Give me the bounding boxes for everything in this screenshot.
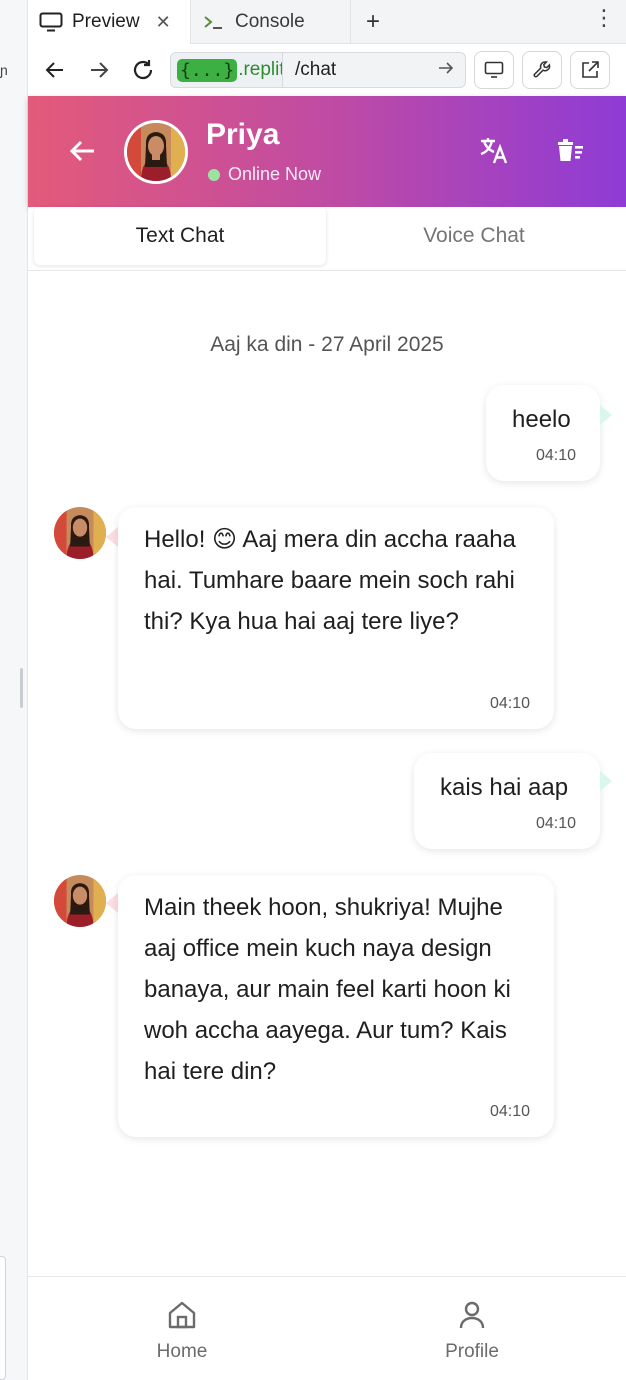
ide-left-gutter: ɲ	[0, 0, 28, 1380]
url-path: /chat	[295, 59, 337, 80]
contact-avatar-small[interactable]	[54, 875, 106, 927]
replit-braces-icon: {...}	[177, 58, 238, 82]
domain-text: .replit.c	[238, 59, 282, 80]
contact-avatar[interactable]	[124, 120, 188, 184]
devtools-button[interactable]	[522, 51, 562, 89]
chat-header: Priya Online Now	[28, 96, 626, 207]
message-time: 04:10	[535, 447, 576, 464]
message-time: 04:10	[535, 815, 576, 832]
online-dot	[208, 168, 220, 181]
online-status-label: Online Now	[228, 164, 322, 184]
date-separator: Aaj ka din - 27 April 2025	[210, 333, 444, 356]
reload-icon[interactable]	[130, 57, 156, 83]
monitor-icon	[38, 12, 64, 32]
outgoing-message[interactable]: kais hai aap 04:10	[414, 753, 600, 849]
url-bar: {...} .replit.c /chat	[28, 44, 626, 96]
message-time: 04:10	[489, 695, 530, 712]
contact-name: Priya	[206, 118, 280, 151]
tab-console-label: Console	[235, 11, 305, 32]
nav-profile-label: Profile	[445, 1341, 499, 1362]
clear-chat-icon[interactable]	[554, 134, 586, 166]
resize-handle[interactable]	[20, 668, 23, 708]
wrench-icon	[533, 61, 551, 78]
tab-preview-label: Preview	[72, 11, 140, 32]
new-tab-button[interactable]: +	[366, 8, 380, 36]
browser-tab-strip: Preview ✕ Console + ⋮	[28, 0, 626, 44]
bottom-navigation: Home Profile	[28, 1276, 626, 1380]
message-text: Hello! 😊 Aaj mera din accha raaha hai. T…	[144, 526, 516, 635]
outgoing-message[interactable]: heelo 04:10	[486, 385, 600, 481]
bubble-tail	[600, 771, 612, 791]
translate-icon[interactable]	[478, 134, 510, 166]
device-preview-button[interactable]	[474, 51, 514, 89]
tab-console[interactable]: Console	[191, 0, 351, 44]
forward-nav-icon[interactable]	[86, 57, 112, 83]
nav-home-label: Home	[156, 1341, 208, 1362]
incoming-message[interactable]: Main theek hoon, shukriya! Mujhe aaj off…	[118, 875, 554, 1137]
bubble-tail	[600, 405, 612, 425]
open-new-window-button[interactable]	[570, 51, 610, 89]
tab-voice-chat[interactable]: Voice Chat	[328, 207, 620, 265]
bubble-tail	[106, 893, 118, 913]
contact-avatar-small[interactable]	[54, 507, 106, 559]
close-tab-icon[interactable]: ✕	[156, 12, 171, 33]
gutter-panel-edge	[0, 1256, 6, 1380]
message-text: Main theek hoon, shukriya! Mujhe aaj off…	[144, 894, 511, 1085]
monitor-icon	[484, 61, 504, 78]
message-text: heelo	[512, 406, 571, 433]
tab-preview[interactable]: Preview ✕	[28, 0, 191, 44]
home-icon	[168, 1301, 196, 1329]
message-time: 04:10	[489, 1103, 530, 1120]
nav-profile[interactable]: Profile	[412, 1299, 532, 1363]
user-icon	[459, 1301, 485, 1329]
incoming-message[interactable]: Hello! 😊 Aaj mera din accha raaha hai. T…	[118, 507, 554, 729]
back-nav-icon[interactable]	[42, 57, 68, 83]
domain-pill: {...} .replit.c	[171, 53, 283, 87]
tab-text-chat[interactable]: Text Chat	[34, 207, 326, 265]
gutter-glyph: ɲ	[0, 62, 8, 78]
address-field[interactable]: {...} .replit.c /chat	[170, 52, 466, 88]
nav-home[interactable]: Home	[122, 1299, 242, 1363]
message-list[interactable]: Aaj ka din - 27 April 2025 heelo 04:10 H…	[28, 271, 626, 1276]
message-text: kais hai aap	[440, 774, 569, 801]
online-status: Online Now	[208, 164, 321, 185]
back-arrow-icon[interactable]	[68, 136, 98, 166]
external-link-icon	[582, 61, 599, 78]
more-options-icon[interactable]: ⋮	[593, 6, 615, 30]
terminal-icon	[201, 12, 227, 32]
bubble-tail	[106, 527, 118, 547]
go-arrow-icon[interactable]	[437, 59, 455, 82]
chat-mode-tabs: Text Chat Voice Chat	[28, 207, 626, 271]
